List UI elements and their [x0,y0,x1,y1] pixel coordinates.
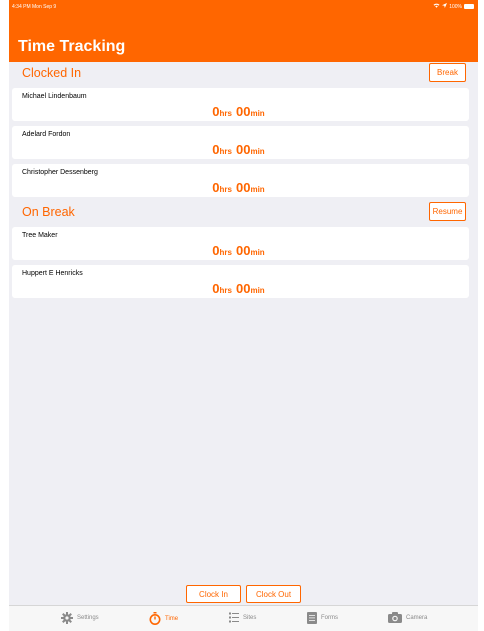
elapsed-time: 0hrs 00min [12,179,469,197]
location-icon [442,3,448,10]
clocked-in-title: Clocked In [22,66,82,80]
hours-value: 0 [212,243,220,258]
hours-unit: hrs [219,248,232,257]
clock-in-button[interactable]: Clock In [186,585,241,603]
minutes-unit: min [250,147,265,156]
list-item[interactable]: Christopher Dessenberg 0hrs 00min [12,164,469,197]
hours-value: 0 [212,104,220,119]
status-time: 4:34 PM Mon Sep 9 [12,4,57,10]
minutes-unit: min [250,286,265,295]
tab-label: Camera [406,614,428,621]
tab-label: Sites [243,614,257,621]
minutes-unit: min [250,185,265,194]
elapsed-time: 0hrs 00min [12,141,469,159]
employee-name: Michael Lindenbaum [22,93,87,100]
status-indicators: 100% [433,3,474,10]
page-title: Time Tracking [18,38,126,55]
list-icon [229,612,239,623]
stopwatch-icon [149,612,161,625]
minutes-unit: min [250,248,265,257]
minutes-value: 00 [235,180,251,195]
employee-name: Adelard Fordon [22,131,71,138]
tab-label: Forms [321,615,338,621]
list-item[interactable]: Tree Maker 0hrs 00min [12,227,469,260]
minutes-value: 00 [235,142,251,157]
elapsed-time: 0hrs 00min [12,242,469,260]
employee-name: Tree Maker [22,232,58,239]
app-frame: 4:34 PM Mon Sep 9 100% Time Tracking Clo… [9,0,478,631]
battery-percent: 100% [449,3,462,10]
list-item[interactable]: Michael Lindenbaum 0hrs 00min [12,88,469,121]
elapsed-time: 0hrs 00min [12,103,469,121]
tab-camera[interactable]: Camera [388,612,427,623]
minutes-value: 00 [235,281,251,296]
elapsed-time: 0hrs 00min [12,280,469,298]
tab-label: Settings [77,615,99,621]
hours-unit: hrs [219,286,232,295]
break-button[interactable]: Break [429,63,466,82]
minutes-unit: min [250,109,265,118]
camera-icon [388,612,402,623]
employee-name: Christopher Dessenberg [22,169,98,176]
tab-label: Time [165,615,179,622]
hours-unit: hrs [219,185,232,194]
list-item[interactable]: Huppert E Henricks 0hrs 00min [12,265,469,298]
wifi-icon [433,3,440,10]
list-item[interactable]: Adelard Fordon 0hrs 00min [12,126,469,159]
gear-icon [61,612,73,624]
hours-value: 0 [212,281,220,296]
clock-out-button[interactable]: Clock Out [246,585,301,603]
battery-icon [464,4,474,9]
document-icon [307,612,317,624]
employee-name: Huppert E Henricks [22,270,83,277]
header: 4:34 PM Mon Sep 9 100% Time Tracking [9,0,478,62]
minutes-value: 00 [235,243,251,258]
tab-bar: Settings Time Sites Forms Camera [9,605,478,631]
hours-unit: hrs [219,109,232,118]
minutes-value: 00 [235,104,251,119]
hours-value: 0 [212,142,220,157]
resume-button[interactable]: Resume [429,202,466,221]
hours-value: 0 [212,180,220,195]
tab-sites[interactable]: Sites [229,612,256,623]
tab-time[interactable]: Time [149,612,178,625]
tab-forms[interactable]: Forms [307,612,338,624]
tab-settings[interactable]: Settings [61,612,99,624]
on-break-title: On Break [22,205,75,219]
hours-unit: hrs [219,147,232,156]
